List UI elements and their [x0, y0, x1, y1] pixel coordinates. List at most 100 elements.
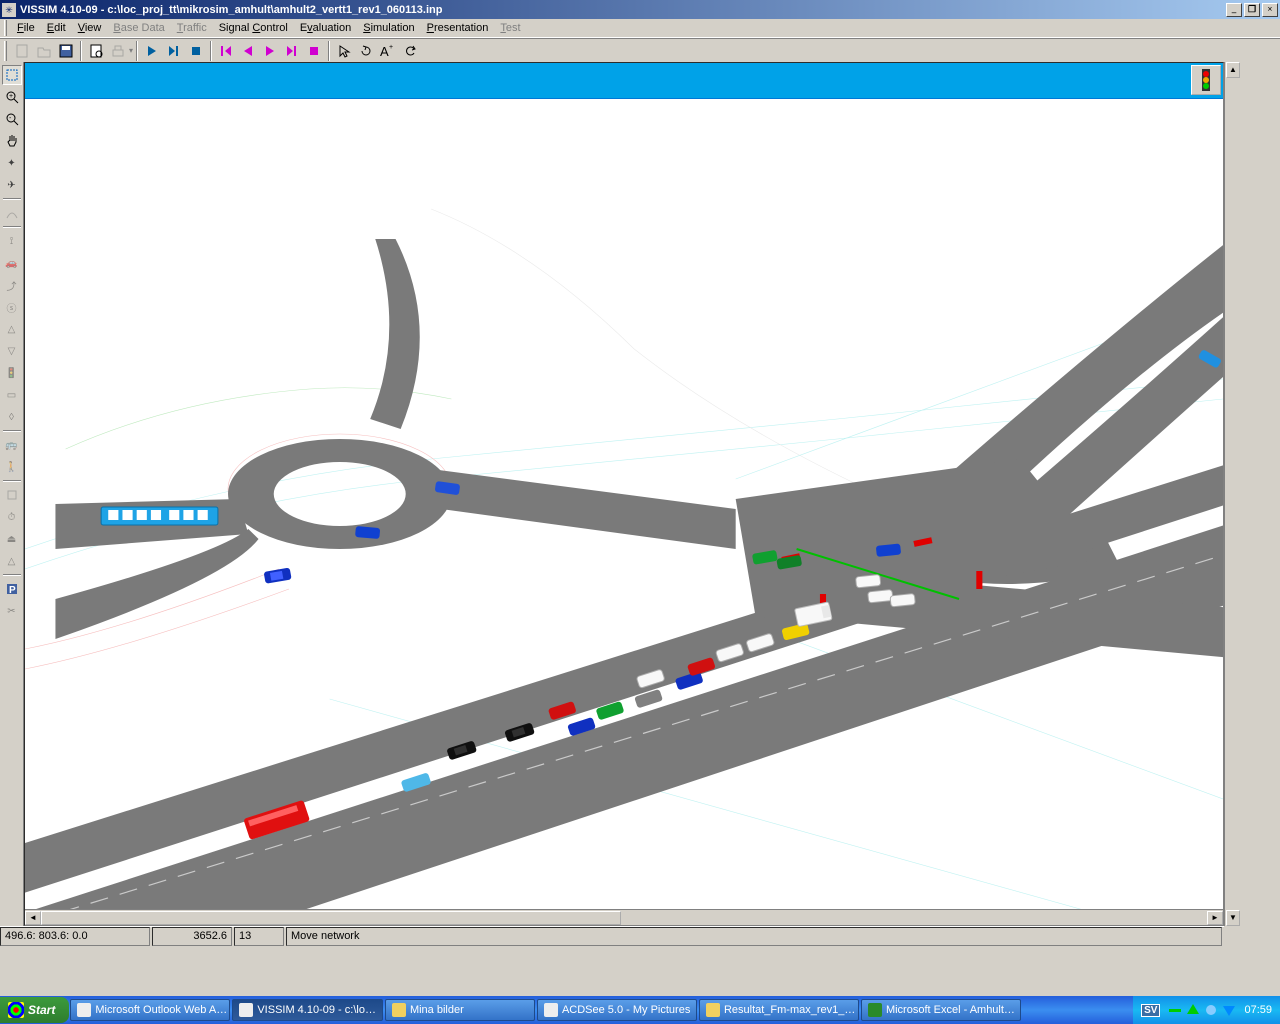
rotate-button[interactable]	[355, 40, 377, 62]
tray-icon-2[interactable]	[1185, 1002, 1201, 1018]
scroll-down-arrow[interactable]: ▼	[1226, 910, 1240, 926]
tool-zoom-in[interactable]: +	[2, 87, 22, 107]
open-file-button[interactable]	[33, 40, 55, 62]
menubar-grip	[4, 20, 7, 36]
tool-select[interactable]	[2, 65, 22, 85]
horizontal-scrollbar[interactable]: ◄ ►	[25, 909, 1223, 925]
svg-text:+: +	[9, 93, 13, 100]
tool-signal[interactable]: 🚦	[2, 363, 22, 383]
menu-presentation[interactable]: Presentation	[421, 20, 495, 36]
minimize-button[interactable]: _	[1226, 3, 1242, 17]
tray-icon-3[interactable]	[1203, 1002, 1219, 1018]
tool-speed[interactable]: ⓢ	[2, 297, 22, 317]
menu-evaluation[interactable]: Evaluation	[294, 20, 357, 36]
tool-pan[interactable]	[2, 131, 22, 151]
tray-icon-1[interactable]	[1167, 1002, 1183, 1018]
simulation-viewport[interactable]	[25, 99, 1223, 909]
tool-link[interactable]	[2, 203, 22, 223]
tray-clock[interactable]: 07:59	[1244, 1004, 1272, 1016]
maximize-button[interactable]: ❐	[1244, 3, 1260, 17]
rec-play-button[interactable]	[259, 40, 281, 62]
save-button[interactable]	[55, 40, 77, 62]
menu-signal-control[interactable]: Signal Control	[213, 20, 294, 36]
menu-edit[interactable]: Edit	[41, 20, 72, 36]
menu-basedata[interactable]: Base Data	[107, 20, 170, 36]
new-file-button[interactable]	[11, 40, 33, 62]
scroll-left-arrow[interactable]: ◄	[25, 911, 41, 925]
rec-prev-button[interactable]	[237, 40, 259, 62]
skip-end-button[interactable]	[163, 40, 185, 62]
tool-time[interactable]: ⏱	[2, 507, 22, 527]
status-bar: 496.6: 803.6: 0.0 3652.6 13 Move network	[0, 926, 1224, 946]
task-vissim[interactable]: VISSIM 4.10-09 - c:\lo…	[232, 999, 383, 1021]
main-toolbar: ▾ A+	[0, 38, 1280, 62]
menu-bar: File Edit View Base Data Traffic Signal …	[0, 19, 1280, 38]
svg-text:+: +	[389, 44, 393, 51]
play-button[interactable]	[141, 40, 163, 62]
scroll-up-arrow[interactable]: ▲	[1226, 62, 1240, 78]
text-bigger-button[interactable]: A+	[377, 40, 399, 62]
folder-icon	[392, 1003, 406, 1017]
rec-skip-end-button[interactable]	[281, 40, 303, 62]
tool-bus[interactable]: 🚌	[2, 435, 22, 455]
task-resultat[interactable]: Resultat_Fm-max_rev1_…	[699, 999, 859, 1021]
tool-cut[interactable]: ✂	[2, 601, 22, 621]
close-button[interactable]: ×	[1262, 3, 1278, 17]
tool-stop[interactable]: ◊	[2, 407, 22, 427]
task-acdsee[interactable]: ACDSee 5.0 - My Pictures	[537, 999, 697, 1021]
tool-detector[interactable]: ▭	[2, 385, 22, 405]
tray-icon-4[interactable]	[1221, 1002, 1237, 1018]
svg-text:A: A	[380, 44, 389, 58]
excel-icon	[868, 1003, 882, 1017]
task-mina-bilder[interactable]: Mina bilder	[385, 999, 535, 1021]
tool-zoom-out[interactable]: -	[2, 109, 22, 129]
task-excel[interactable]: Microsoft Excel - Amhult…	[861, 999, 1021, 1021]
status-value: 13	[234, 927, 284, 946]
stop-button[interactable]	[185, 40, 207, 62]
print-preview-button[interactable]	[85, 40, 107, 62]
tool-counter[interactable]: △	[2, 551, 22, 571]
tool-rotate-3d[interactable]: ✦	[2, 153, 22, 173]
menu-view[interactable]: View	[72, 20, 108, 36]
system-tray[interactable]: SV 07:59	[1133, 996, 1280, 1024]
start-button[interactable]: Start	[0, 997, 69, 1023]
status-message: Move network	[286, 927, 1222, 946]
tool-queue[interactable]: ⏏	[2, 529, 22, 549]
rec-stop-button[interactable]	[303, 40, 325, 62]
tool-warning[interactable]: △	[2, 319, 22, 339]
tool-node[interactable]	[2, 485, 22, 505]
task-outlook[interactable]: Microsoft Outlook Web A…	[70, 999, 230, 1021]
tool-yield[interactable]: ▽	[2, 341, 22, 361]
menu-traffic[interactable]: Traffic	[171, 20, 213, 36]
traffic-light-indicator[interactable]	[1191, 65, 1221, 95]
tool-parking[interactable]: P	[2, 579, 22, 599]
scroll-right-arrow[interactable]: ►	[1207, 911, 1223, 925]
menu-test[interactable]: Test	[494, 20, 526, 36]
status-scale: 3652.6	[152, 927, 232, 946]
menu-file[interactable]: File	[11, 20, 41, 36]
scroll-thumb[interactable]	[41, 911, 621, 925]
pointer-button[interactable]	[333, 40, 355, 62]
folder-icon	[706, 1003, 720, 1017]
svg-text:P: P	[9, 585, 16, 596]
language-indicator[interactable]: SV	[1141, 1004, 1160, 1017]
tool-connector[interactable]: ⟟	[2, 231, 22, 251]
ie-icon	[77, 1003, 91, 1017]
refresh-button[interactable]	[399, 40, 421, 62]
tool-ped[interactable]: 🚶	[2, 457, 22, 477]
canvas-frame: ◄ ►	[24, 62, 1224, 926]
menu-simulation[interactable]: Simulation	[357, 20, 420, 36]
right-panel: ▲ ▼	[1224, 62, 1280, 926]
svg-text:-: -	[9, 115, 12, 122]
vertical-scrollbar[interactable]: ▲ ▼	[1225, 62, 1241, 926]
view-3d-header[interactable]	[25, 63, 1223, 99]
toolbar-grip	[4, 41, 7, 61]
tool-vehicle[interactable]: 🚗	[2, 253, 22, 273]
lower-panel	[0, 946, 1280, 996]
tool-fly[interactable]: ✈	[2, 175, 22, 195]
status-coords: 496.6: 803.6: 0.0	[0, 927, 150, 946]
rec-skip-start-button[interactable]	[215, 40, 237, 62]
print-button[interactable]	[107, 40, 129, 62]
vissim-icon	[239, 1003, 253, 1017]
tool-route[interactable]: ⤴	[2, 275, 22, 295]
